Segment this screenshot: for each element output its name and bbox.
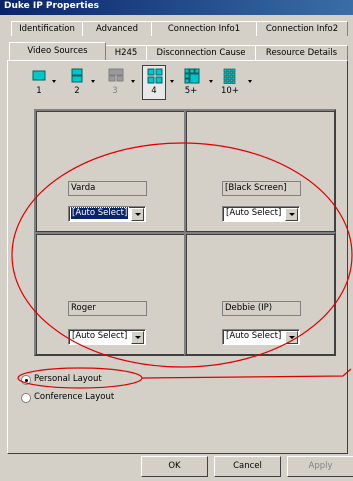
properties-window: Duke IP Properties Identification Advanc… — [0, 0, 353, 481]
annotation-pointer-line — [141, 368, 352, 379]
annotation-ellipse-grid — [11, 142, 353, 368]
annotation-overlay — [11, 142, 353, 389]
annotation-ellipse-personal — [17, 367, 143, 389]
tab-video-sources[interactable]: Video Sources — [9, 42, 106, 60]
